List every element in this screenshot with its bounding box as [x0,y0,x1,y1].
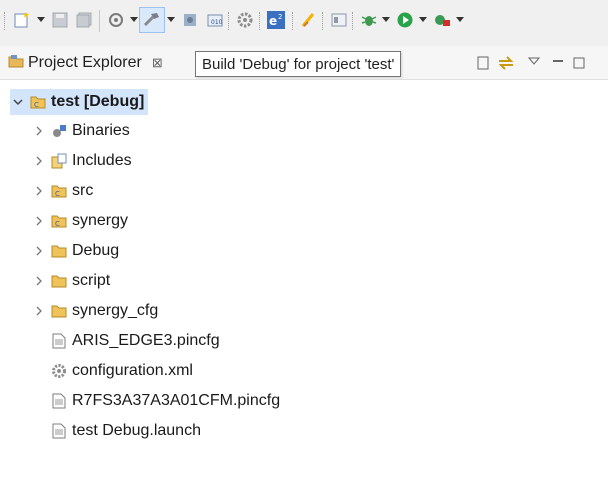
tree-root-test[interactable]: C test [Debug] [10,89,149,115]
source-folder-icon: C [50,212,68,230]
tab-project-explorer[interactable]: Project Explorer ⊠ [8,49,163,77]
tree-item-label: ARIS_EDGE3.pincfg [72,332,220,349]
chevron-right-icon[interactable] [31,123,47,139]
tab-title: Project Explorer [28,54,142,71]
tree-item-includes[interactable]: Includes [31,148,132,174]
chevron-down-icon[interactable] [10,94,26,110]
close-icon[interactable]: ⊠ [152,55,163,71]
tree-item-label: script [72,272,111,289]
svg-text:C: C [34,101,39,109]
tree-root-label: test [Debug] [51,93,145,110]
tree-item-configuration-xml[interactable]: configuration.xml [50,358,193,384]
link-with-editor-icon[interactable] [495,52,517,74]
chevron-right-icon[interactable] [31,183,47,199]
chevron-right-icon[interactable] [31,303,47,319]
maximize-icon[interactable] [568,52,590,74]
main-toolbar: 010 e2 [0,0,608,47]
chevron-right-icon[interactable] [31,273,47,289]
svg-text:2: 2 [278,13,282,21]
chevron-right-icon[interactable] [31,153,47,169]
debug-config-dropdown-icon[interactable] [129,13,139,25]
tree-item-label: synergy [72,212,129,229]
new-dropdown-icon[interactable] [36,13,46,25]
tree-item-debug[interactable]: Debug [31,238,119,264]
build-config-icon[interactable] [178,8,202,32]
svg-text:e: e [269,14,277,28]
tree-item-synergy-cfg[interactable]: synergy_cfg [31,298,158,324]
tree-item-label: Binaries [72,122,130,139]
toolbar-grip-5 [322,12,325,30]
svg-text:C: C [55,190,60,198]
chevron-right-icon[interactable] [31,243,47,259]
toolbar-grip-4 [292,12,295,30]
run-icon[interactable] [393,8,417,32]
settings-gear-icon[interactable] [233,8,257,32]
new-icon[interactable] [10,8,34,32]
tree-item-r7fs-pincfg[interactable]: R7FS3A37A3A01CFM.pincfg [50,388,280,414]
chevron-right-icon[interactable] [31,213,47,229]
file-icon [50,422,68,440]
external-tools-dropdown-icon[interactable] [455,13,465,25]
tree-item-aris-pincfg[interactable]: ARIS_EDGE3.pincfg [50,328,220,354]
minimize-icon[interactable] [547,50,569,72]
build-hammer-icon[interactable] [139,7,165,33]
includes-icon [50,152,68,170]
tree-item-test-debug-launch[interactable]: test Debug.launch [50,418,201,444]
tree-item-label: R7FS3A37A3A01CFM.pincfg [72,392,281,409]
build-target-icon[interactable]: 010 [203,8,227,32]
toolbar-grip[interactable] [4,12,7,30]
file-icon [50,392,68,410]
file-icon [50,332,68,350]
toolbar-grip-2 [228,12,231,30]
brush-icon[interactable] [297,8,321,32]
tree-item-label: configuration.xml [72,362,193,379]
tree-item-label: Debug [72,242,120,259]
toolbar-grip-6 [352,12,355,30]
run-dropdown-icon[interactable] [418,13,428,25]
tree-item-label: Includes [72,152,132,169]
svg-text:010: 010 [211,19,223,26]
debug-config-icon[interactable] [104,8,128,32]
tree-item-script[interactable]: script [31,268,110,294]
folder-icon [50,272,68,290]
toolbar-separator [99,10,100,32]
collapse-all-icon[interactable] [473,52,495,74]
tree-item-label: test Debug.launch [72,422,201,439]
toolbar-grip-3 [259,12,262,30]
build-dropdown-icon[interactable] [166,13,176,25]
project-folder-icon: C [29,93,47,111]
debug-bug-icon[interactable] [357,8,381,32]
tree-item-label: src [72,182,94,199]
tree-item-synergy[interactable]: C synergy [31,208,128,234]
tree-item-src[interactable]: C src [31,178,93,204]
tree-item-binaries[interactable]: Binaries [31,118,130,144]
tree-item-label: synergy_cfg [72,302,159,319]
properties-icon[interactable] [327,8,351,32]
save-all-icon[interactable] [72,8,96,32]
view-menu-icon[interactable] [523,50,545,72]
build-tooltip: Build 'Debug' for project 'test' [195,51,402,77]
folder-icon [50,302,68,320]
debug-dropdown-icon[interactable] [381,13,391,25]
save-icon[interactable] [48,8,72,32]
source-folder-icon: C [50,182,68,200]
external-tools-icon[interactable] [430,8,454,32]
config-gear-icon [50,362,68,380]
binaries-icon [50,122,68,140]
svg-text:C: C [55,220,60,228]
project-explorer-icon [8,53,24,74]
e2-studio-icon[interactable]: e2 [264,8,288,32]
folder-icon [50,242,68,260]
